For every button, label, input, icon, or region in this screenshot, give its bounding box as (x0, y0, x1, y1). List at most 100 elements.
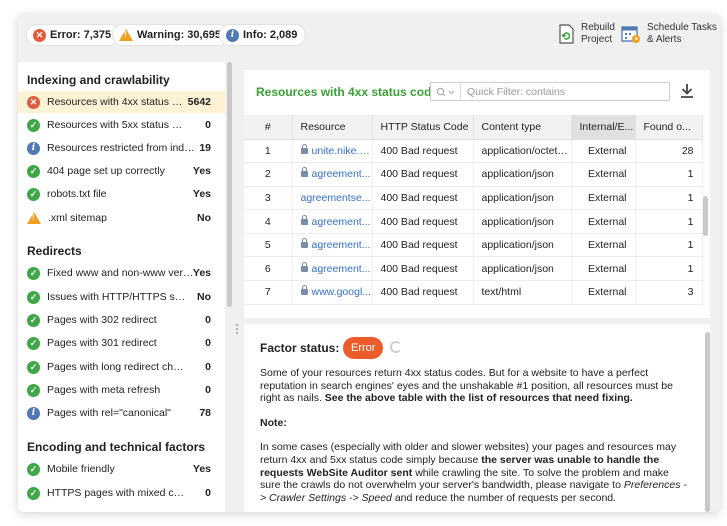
search-icon[interactable] (431, 83, 461, 100)
sidebar-item-meta-refresh[interactable]: ✓ Pages with meta refresh 0 (18, 379, 225, 401)
table-row[interactable]: 7 www.googl... 400 Bad request text/html Ext… (244, 280, 703, 305)
factor-scrollbar[interactable] (705, 332, 710, 512)
sidebar-item-5xx[interactable]: ✓ Resources with 5xx status code 0 (18, 114, 225, 136)
col-header-label: Internal/E... (579, 120, 634, 133)
cell-resource[interactable]: agreement... (292, 162, 373, 187)
cell-resource[interactable]: agreement... (292, 233, 373, 258)
sidebar-item-4xx[interactable]: ✕ Resources with 4xx status code 5642 (18, 91, 225, 113)
rebuild-project-button[interactable]: Rebuild Project (557, 22, 615, 46)
cell-internal-external-text: External (587, 262, 627, 275)
lock-icon (300, 214, 308, 225)
sidebar-item-https[interactable]: ✓ Issues with HTTP/HTTPS site ver... No (18, 286, 225, 308)
splitter-grip-icon[interactable] (467, 320, 481, 329)
sidebar-item-label: Pages with meta refresh (47, 384, 161, 396)
cell-internal-external: External (571, 280, 636, 305)
lock-icon (300, 238, 308, 249)
cell-status-text: 400 Bad request (380, 215, 458, 228)
cell-resource[interactable]: agreementse... (292, 186, 373, 211)
sidebar-item-label: 404 page set up correctly (47, 165, 165, 177)
rebuild-label-line2: Project (581, 34, 613, 45)
schedule-tasks-button[interactable]: Schedule Tasks & Alerts (621, 22, 717, 46)
cell-index-text: 3 (264, 191, 271, 204)
sidebar-item-label: Resources restricted from indexing (47, 142, 197, 154)
col-header-internal-external[interactable]: Internal/E...▲ (571, 115, 636, 140)
cell-content-type: application/json (473, 162, 572, 187)
cell-index-text: 4 (264, 215, 271, 228)
col-header-found-on[interactable]: Found o... (635, 115, 703, 140)
splitter-grip-icon[interactable] (236, 322, 239, 338)
cell-status-text: 400 Bad request (380, 144, 458, 157)
section-title-indexing: Indexing and crawlability (27, 73, 170, 87)
cell-status: 400 Bad request (372, 280, 474, 305)
warning-icon (119, 29, 133, 41)
quick-filter-input[interactable] (461, 85, 661, 98)
error-counter[interactable]: ✕ Error: 7,375 (26, 24, 121, 46)
cell-content-type-text: application/json (481, 215, 554, 228)
cell-content-type: application/json (473, 186, 572, 211)
cell-resource[interactable]: agreement... (292, 209, 373, 234)
cell-internal-external: External (571, 162, 636, 187)
sidebar-item-301[interactable]: ✓ Pages with 301 redirect 0 (18, 332, 225, 354)
cell-status: 400 Bad request (372, 139, 474, 164)
sidebar-item-label: Resources with 5xx status code (47, 119, 187, 131)
check-icon: ✓ (27, 290, 40, 304)
sidebar-item-value: 0 (205, 487, 211, 499)
cell-internal-external-text: External (587, 215, 627, 228)
cell-status: 400 Bad request (372, 233, 474, 258)
sidebar-item-sitemap[interactable]: .xml sitemap No (18, 207, 225, 229)
quick-filter[interactable] (430, 82, 670, 101)
cell-found-on-text: 1 (687, 262, 694, 275)
cell-internal-external-text: External (587, 191, 627, 204)
sidebar-item-mobile[interactable]: ✓ Mobile friendly Yes (18, 458, 225, 480)
rebuild-icon (559, 24, 574, 44)
sidebar-item-value: Yes (192, 188, 211, 200)
cell-resource-text: agreement... (311, 215, 371, 228)
refresh-icon[interactable] (390, 341, 402, 353)
resources-table: # Resource HTTP Status Code Content type… (244, 115, 703, 305)
table-row[interactable]: 4 agreement... 400 Bad request application/… (244, 209, 703, 234)
section-title-encoding: Encoding and technical factors (27, 440, 206, 454)
col-header-content-type[interactable]: Content type (473, 115, 572, 140)
table-row[interactable]: 6 agreement... 400 Bad request application/… (244, 256, 703, 282)
cell-index: 1 (244, 139, 293, 164)
info-icon: i (27, 406, 40, 420)
table-row[interactable]: 2 agreement... 400 Bad request application/… (244, 162, 703, 187)
sidebar-item-redirect-chains[interactable]: ✓ Pages with long redirect chains 0 (18, 356, 225, 378)
info-counter[interactable]: i Info: 2,089 (219, 24, 307, 46)
col-header-index[interactable]: # (244, 115, 293, 140)
cell-resource[interactable]: unite.nike.c... (292, 139, 373, 164)
cell-resource[interactable]: agreement... (292, 256, 373, 282)
col-header-resource[interactable]: Resource (292, 115, 373, 140)
cell-found-on: 3 (635, 280, 703, 305)
table-scrollbar[interactable] (703, 196, 708, 236)
sidebar-item-302[interactable]: ✓ Pages with 302 redirect 0 (18, 309, 225, 331)
sidebar-item-value: No (197, 291, 211, 303)
sidebar-item-robots[interactable]: ✓ robots.txt file Yes (18, 183, 225, 205)
cell-resource[interactable]: www.googl... (292, 280, 373, 305)
check-icon: ✓ (27, 462, 40, 476)
schedule-label-line1: Schedule Tasks (647, 22, 717, 33)
note-title: Note: (260, 416, 287, 429)
cell-internal-external: External (571, 209, 636, 234)
table-row[interactable]: 5 agreement... 400 Bad request application/… (244, 233, 703, 258)
sidebar-item-value: 0 (205, 337, 211, 349)
check-icon: ✓ (27, 336, 40, 350)
sidebar-item-restricted[interactable]: i Resources restricted from indexing 19 (18, 137, 225, 159)
table-row[interactable]: 1 unite.nike.c... 400 Bad request applicati… (244, 139, 703, 164)
sidebar-item-mixed-content[interactable]: ✓ HTTPS pages with mixed content i... 0 (18, 482, 225, 504)
vertical-splitter[interactable] (233, 62, 242, 512)
warning-counter[interactable]: Warning: 30,695 (112, 24, 230, 46)
col-header-status[interactable]: HTTP Status Code (372, 115, 474, 140)
table-row[interactable]: 3 agreementse... 400 Bad request applicatio… (244, 186, 703, 211)
check-icon: ✓ (27, 164, 40, 178)
sidebar-item-canonical[interactable]: i Pages with rel="canonical" 78 (18, 402, 225, 424)
table-header-row: # Resource HTTP Status Code Content type… (244, 115, 703, 140)
sidebar-item-404[interactable]: ✓ 404 page set up correctly Yes (18, 160, 225, 182)
cell-index-text: 2 (264, 168, 271, 181)
description-paragraph: Some of your resources return 4xx status… (260, 367, 692, 405)
sidebar-item-www[interactable]: ✓ Fixed www and non-www versions Yes (18, 262, 225, 284)
sidebar-scrollbar[interactable] (227, 62, 232, 307)
cell-index: 7 (244, 280, 293, 305)
download-icon[interactable] (680, 83, 694, 99)
check-icon: ✓ (27, 360, 40, 374)
